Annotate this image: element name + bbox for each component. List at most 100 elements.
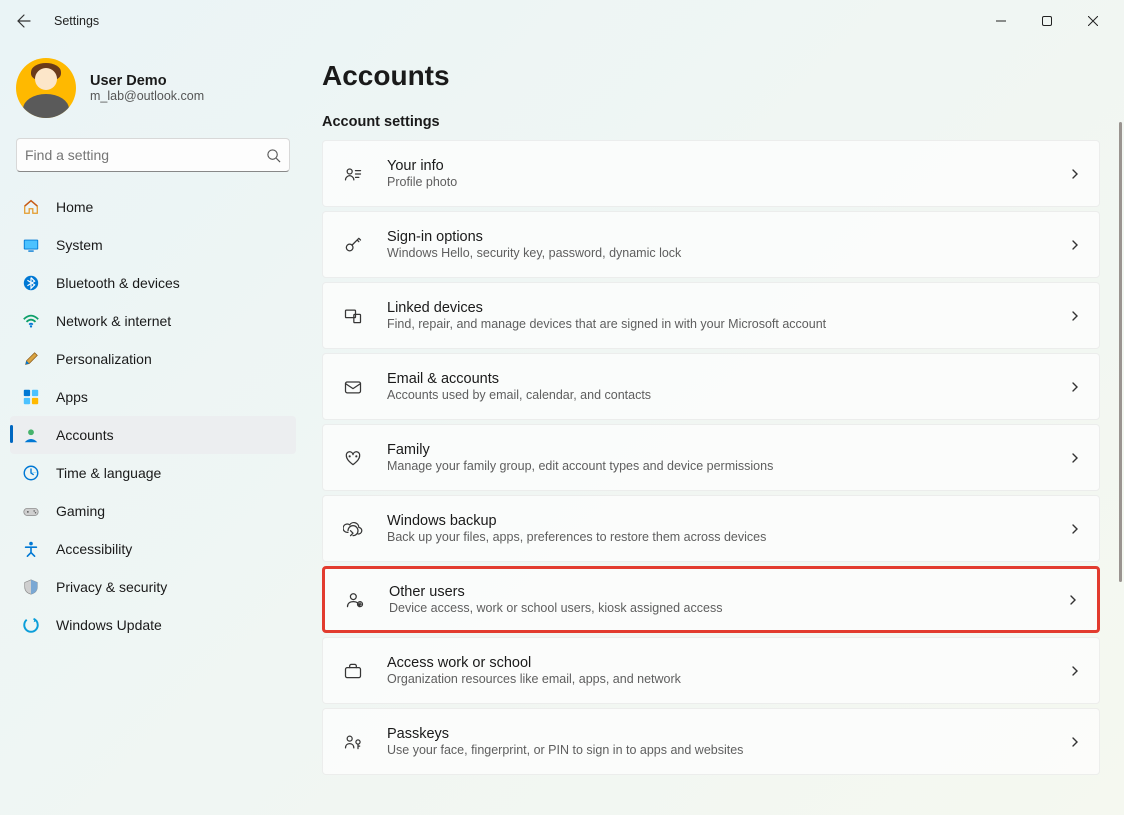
sidebar: User Demo m_lab@outlook.com Home System Bl…	[0, 42, 306, 815]
card-subtitle: Manage your family group, edit account t…	[387, 459, 1069, 473]
sidebar-item-apps[interactable]: Apps	[10, 378, 296, 416]
apps-icon	[22, 388, 40, 406]
work-icon	[341, 661, 365, 681]
sidebar-item-gaming[interactable]: Gaming	[10, 492, 296, 530]
card-subtitle: Organization resources like email, apps,…	[387, 672, 1069, 686]
scrollbar[interactable]	[1119, 122, 1122, 582]
card-windows-backup[interactable]: Windows backup Back up your files, apps,…	[322, 495, 1100, 562]
nav-label: Privacy & security	[56, 579, 167, 595]
card-your-info[interactable]: Your info Profile photo	[322, 140, 1100, 207]
main-content: Accounts Account settings Your info Prof…	[306, 42, 1124, 815]
titlebar: Settings	[0, 0, 1124, 42]
close-icon	[1088, 16, 1098, 26]
backup-icon	[341, 519, 365, 539]
card-subtitle: Accounts used by email, calendar, and co…	[387, 388, 1069, 402]
card-title: Windows backup	[387, 513, 1069, 529]
yourinfo-icon	[341, 164, 365, 184]
nav-label: Network & internet	[56, 313, 171, 329]
sidebar-item-bluetooth-devices[interactable]: Bluetooth & devices	[10, 264, 296, 302]
card-subtitle: Use your face, fingerprint, or PIN to si…	[387, 743, 1069, 757]
sidebar-item-system[interactable]: System	[10, 226, 296, 264]
card-subtitle: Windows Hello, security key, password, d…	[387, 246, 1069, 260]
nav-label: Bluetooth & devices	[56, 275, 180, 291]
minimize-button[interactable]	[978, 5, 1024, 37]
otherusers-icon	[343, 590, 367, 610]
key-icon	[341, 235, 365, 255]
nav-label: Gaming	[56, 503, 105, 519]
sidebar-item-privacy-security[interactable]: Privacy & security	[10, 568, 296, 606]
card-title: Your info	[387, 158, 1069, 174]
card-subtitle: Find, repair, and manage devices that ar…	[387, 317, 1069, 331]
passkeys-icon	[341, 732, 365, 752]
window-title: Settings	[54, 14, 99, 28]
nav-label: Time & language	[56, 465, 161, 481]
back-button[interactable]	[12, 9, 36, 33]
card-other-users[interactable]: Other users Device access, work or schoo…	[322, 566, 1100, 633]
brush-icon	[22, 350, 40, 368]
maximize-button[interactable]	[1024, 5, 1070, 37]
profile-block[interactable]: User Demo m_lab@outlook.com	[10, 52, 296, 132]
update-icon	[22, 616, 40, 634]
time-icon	[22, 464, 40, 482]
card-title: Sign-in options	[387, 229, 1069, 245]
card-linked-devices[interactable]: Linked devices Find, repair, and manage …	[322, 282, 1100, 349]
chevron-right-icon	[1069, 168, 1081, 180]
minimize-icon	[996, 16, 1006, 26]
sidebar-item-time-language[interactable]: Time & language	[10, 454, 296, 492]
card-family[interactable]: Family Manage your family group, edit ac…	[322, 424, 1100, 491]
card-sign-in-options[interactable]: Sign-in options Windows Hello, security …	[322, 211, 1100, 278]
nav-label: Personalization	[56, 351, 152, 367]
card-access-work-or-school[interactable]: Access work or school Organization resou…	[322, 637, 1100, 704]
bt-icon	[22, 274, 40, 292]
nav-label: Accounts	[56, 427, 114, 443]
nav-label: Apps	[56, 389, 88, 405]
sidebar-item-windows-update[interactable]: Windows Update	[10, 606, 296, 644]
system-icon	[22, 236, 40, 254]
home-icon	[22, 198, 40, 216]
wifi-icon	[22, 312, 40, 330]
nav-label: Home	[56, 199, 93, 215]
sidebar-item-accessibility[interactable]: Accessibility	[10, 530, 296, 568]
gaming-icon	[22, 502, 40, 520]
page-title: Accounts	[322, 60, 1100, 92]
sidebar-item-personalization[interactable]: Personalization	[10, 340, 296, 378]
card-title: Family	[387, 442, 1069, 458]
sidebar-item-network-internet[interactable]: Network & internet	[10, 302, 296, 340]
chevron-right-icon	[1067, 594, 1079, 606]
card-passkeys[interactable]: Passkeys Use your face, fingerprint, or …	[322, 708, 1100, 775]
chevron-right-icon	[1069, 736, 1081, 748]
chevron-right-icon	[1069, 665, 1081, 677]
nav-label: Windows Update	[56, 617, 162, 633]
card-title: Email & accounts	[387, 371, 1069, 387]
card-subtitle: Back up your files, apps, preferences to…	[387, 530, 1069, 544]
sidebar-item-accounts[interactable]: Accounts	[10, 416, 296, 454]
card-title: Other users	[389, 584, 1067, 600]
card-subtitle: Profile photo	[387, 175, 1069, 189]
card-email-accounts[interactable]: Email & accounts Accounts used by email,…	[322, 353, 1100, 420]
access-icon	[22, 540, 40, 558]
nav-label: System	[56, 237, 103, 253]
chevron-right-icon	[1069, 381, 1081, 393]
close-button[interactable]	[1070, 5, 1116, 37]
profile-email: m_lab@outlook.com	[90, 89, 204, 103]
search-box[interactable]	[16, 138, 290, 172]
chevron-right-icon	[1069, 523, 1081, 535]
card-title: Linked devices	[387, 300, 1069, 316]
section-label: Account settings	[322, 114, 1100, 130]
window-controls	[978, 5, 1116, 37]
linked-icon	[341, 306, 365, 326]
mail-icon	[341, 377, 365, 397]
chevron-right-icon	[1069, 452, 1081, 464]
shield-icon	[22, 578, 40, 596]
search-input[interactable]	[25, 147, 266, 163]
card-title: Access work or school	[387, 655, 1069, 671]
search-icon	[266, 148, 281, 163]
chevron-right-icon	[1069, 239, 1081, 251]
card-title: Passkeys	[387, 726, 1069, 742]
family-icon	[341, 448, 365, 468]
account-icon	[22, 426, 40, 444]
nav: Home System Bluetooth & devices Network & i…	[10, 188, 296, 644]
card-subtitle: Device access, work or school users, kio…	[389, 601, 1067, 615]
sidebar-item-home[interactable]: Home	[10, 188, 296, 226]
maximize-icon	[1042, 16, 1052, 26]
